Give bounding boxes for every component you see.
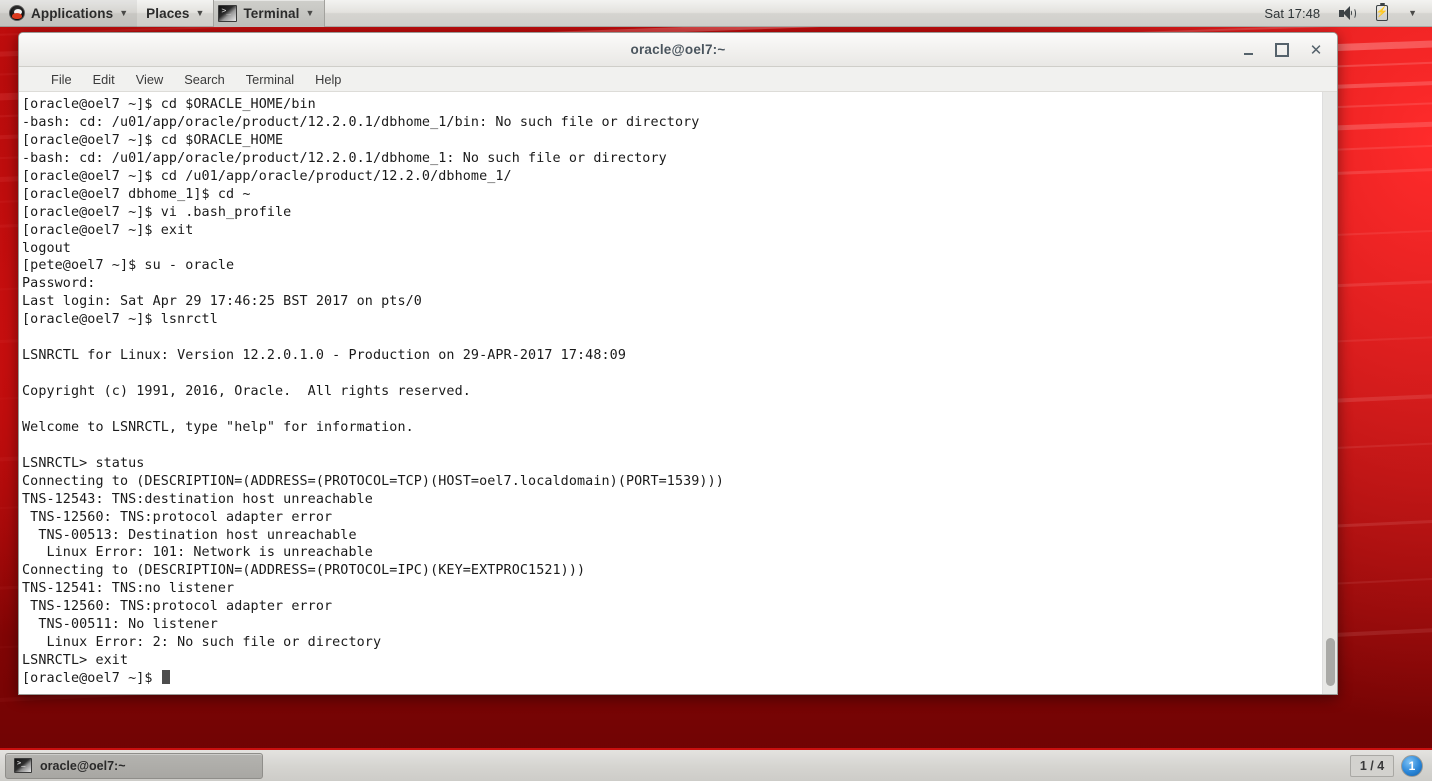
- applications-menu[interactable]: Applications ▼: [0, 0, 138, 27]
- terminal-line: LSNRCTL> exit: [22, 653, 129, 669]
- window-controls: ✕: [1233, 33, 1331, 67]
- volume-button[interactable]: [1330, 0, 1365, 27]
- terminal-line: Password:: [22, 276, 96, 292]
- bottom-panel: >_ oracle@oel7:~ 1 / 4 1: [0, 748, 1432, 781]
- terminal-line: [pete@oel7 ~]$ su - oracle: [22, 258, 235, 274]
- terminal-line: logout: [22, 240, 71, 256]
- terminal-line: LSNRCTL for Linux: Version 12.2.0.1.0 - …: [22, 348, 626, 364]
- terminal-line: Welcome to LSNRCTL, type "help" for info…: [22, 419, 414, 435]
- top-panel: Applications ▼ Places ▼ >_ Terminal ▼ Sa…: [0, 0, 1432, 27]
- terminal-line: [oracle@oel7 ~]$ cd $ORACLE_HOME/bin: [22, 97, 316, 112]
- active-application-task[interactable]: >_ Terminal ▼: [213, 0, 326, 27]
- menu-view[interactable]: View: [126, 69, 174, 90]
- distro-logo-icon: [9, 5, 25, 21]
- terminal-line: [oracle@oel7 ~]$ cd /u01/app/oracle/prod…: [22, 168, 512, 184]
- window-titlebar[interactable]: oracle@oel7:~ ✕: [19, 33, 1337, 67]
- scrollbar-thumb[interactable]: [1326, 638, 1335, 686]
- speaker-icon: [1339, 5, 1356, 21]
- terminal-prompt: [oracle@oel7 ~]$: [22, 671, 161, 686]
- notification-badge[interactable]: 1: [1401, 754, 1423, 777]
- taskbar-window-label: oracle@oel7:~: [40, 758, 126, 773]
- terminal-icon: >_: [14, 758, 32, 773]
- terminal-line: -bash: cd: /u01/app/oracle/product/12.2.…: [22, 150, 667, 166]
- terminal-line: Linux Error: 2: No such file or director…: [22, 635, 382, 651]
- terminal-line: [oracle@oel7 ~]$ exit: [22, 222, 194, 238]
- bottom-panel-status-area: 1 / 4 1: [1350, 754, 1427, 777]
- terminal-line: Connecting to (DESCRIPTION=(ADDRESS=(PRO…: [22, 563, 586, 579]
- terminal-line: Connecting to (DESCRIPTION=(ADDRESS=(PRO…: [22, 473, 724, 489]
- clock[interactable]: Sat 17:48: [1256, 6, 1328, 21]
- terminal-line: TNS-12543: TNS:destination host unreacha…: [22, 491, 373, 507]
- terminal-line: TNS-12560: TNS:protocol adapter error: [22, 509, 333, 525]
- terminal-prompt-line: [oracle@oel7 ~]$: [22, 670, 1322, 688]
- terminal-line: [oracle@oel7 ~]$ vi .bash_profile: [22, 204, 292, 220]
- terminal-line: [oracle@oel7 ~]$ lsnrctl: [22, 312, 218, 328]
- menu-file[interactable]: File: [41, 69, 82, 90]
- menu-search[interactable]: Search: [174, 69, 235, 90]
- terminal-line: TNS-00511: No listener: [22, 617, 218, 633]
- maximize-button[interactable]: [1267, 36, 1297, 64]
- chevron-down-icon: ▼: [195, 7, 205, 18]
- active-application-label: Terminal: [243, 5, 300, 21]
- terminal-line: LSNRCTL> status: [22, 455, 145, 471]
- terminal-line: [oracle@oel7 ~]$ cd $ORACLE_HOME: [22, 132, 284, 148]
- chevron-down-icon: ▼: [1408, 7, 1417, 18]
- chevron-down-icon: ▼: [119, 7, 129, 18]
- terminal-icon: >_: [218, 4, 238, 22]
- menu-edit[interactable]: Edit: [83, 69, 125, 90]
- chevron-down-icon: ▼: [305, 7, 315, 18]
- workspace-switcher[interactable]: 1 / 4: [1350, 754, 1394, 777]
- window-title: oracle@oel7:~: [630, 42, 726, 57]
- terminal-screen[interactable]: [oracle@oel7 ~]$ cd $ORACLE_HOME/bin -bas…: [19, 92, 1322, 694]
- close-button[interactable]: ✕: [1301, 36, 1331, 64]
- terminal-line: -bash: cd: /u01/app/oracle/product/12.2.…: [22, 114, 700, 130]
- terminal-cursor: [161, 670, 170, 684]
- terminal-line: Linux Error: 101: Network is unreachable: [22, 545, 373, 561]
- terminal-window: oracle@oel7:~ ✕ File Edit View Search Te…: [18, 32, 1338, 695]
- minimize-button[interactable]: [1233, 36, 1263, 64]
- taskbar-window-button[interactable]: >_ oracle@oel7:~: [5, 752, 263, 779]
- menu-help[interactable]: Help: [305, 69, 351, 90]
- system-menu-button[interactable]: ▼: [1399, 0, 1426, 27]
- menubar: File Edit View Search Terminal Help: [19, 67, 1337, 92]
- terminal-line: TNS-12560: TNS:protocol adapter error: [22, 599, 333, 615]
- battery-icon: ⚡: [1376, 2, 1388, 21]
- terminal-line: TNS-12541: TNS:no listener: [22, 581, 235, 597]
- battery-button[interactable]: ⚡: [1367, 0, 1397, 27]
- menu-terminal[interactable]: Terminal: [236, 69, 304, 90]
- places-menu-label: Places: [146, 5, 190, 21]
- top-panel-status-area: Sat 17:48 ⚡ ▼: [1256, 0, 1432, 27]
- applications-menu-label: Applications: [31, 5, 114, 21]
- terminal-line: TNS-00513: Destination host unreachable: [22, 527, 357, 543]
- terminal-line: Copyright (c) 1991, 2016, Oracle. All ri…: [22, 384, 471, 399]
- terminal-body: [oracle@oel7 ~]$ cd $ORACLE_HOME/bin -bas…: [19, 92, 1337, 694]
- terminal-scrollbar[interactable]: [1322, 92, 1337, 694]
- terminal-line: [oracle@oel7 dbhome_1]$ cd ~: [22, 186, 251, 202]
- places-menu[interactable]: Places ▼: [137, 0, 213, 27]
- terminal-line: Last login: Sat Apr 29 17:46:25 BST 2017…: [22, 294, 422, 310]
